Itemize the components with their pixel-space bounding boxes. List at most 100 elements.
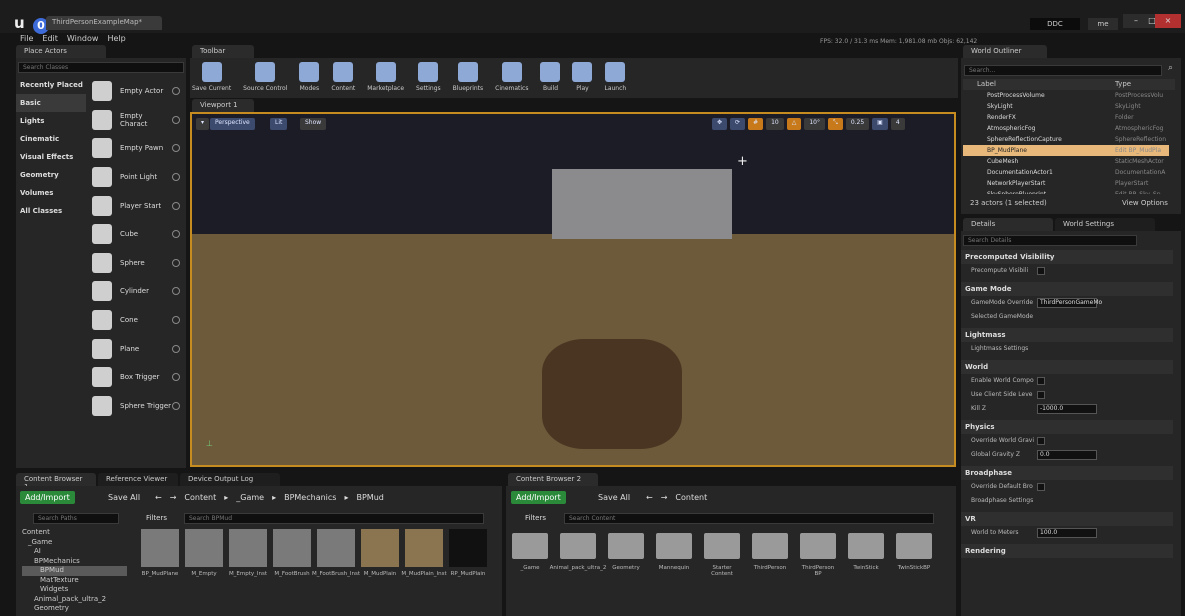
grid-size-value[interactable]: 10 [766,118,784,130]
search-paths-input[interactable]: Search Paths [33,513,119,524]
checkbox[interactable] [1037,437,1045,445]
content-button[interactable]: Content [331,62,355,96]
cinematics-button[interactable]: Cinematics [495,62,528,96]
viewport-menu-icon[interactable]: ▾ [196,118,210,130]
show-button[interactable]: Show [300,118,327,130]
marketplace-button[interactable]: Marketplace [367,62,404,96]
actor-item[interactable]: Sphere [88,249,186,278]
folder-tile[interactable]: TwinStick [846,533,886,577]
move-icon[interactable]: ✥ [712,118,728,130]
folder-tile[interactable]: _Game [510,533,550,577]
breadcrumb-bpmechanics[interactable]: BPMechanics [284,493,336,502]
actor-item[interactable]: Cylinder [88,277,186,306]
section-vr[interactable]: VR [961,512,1173,526]
settings-button[interactable]: Settings [416,62,441,96]
section-broadphase[interactable]: Broadphase [961,466,1173,480]
save-all-button-2[interactable]: Save All [598,493,630,502]
asset-tile[interactable]: M_MudPlain_Inst [401,529,447,577]
checkbox[interactable] [1037,267,1045,275]
add-import-button-2[interactable]: Add/Import [511,491,566,504]
property-value[interactable]: -1000.0 [1037,404,1097,414]
tree-folder-game[interactable]: _Game [22,538,127,548]
section-world[interactable]: World [961,360,1173,374]
section-rendering[interactable]: Rendering [961,544,1173,558]
breadcrumb-content-2[interactable]: Content [675,493,707,502]
outliner-row[interactable]: SphereReflectionCapture SphereReflection [963,134,1169,145]
tree-folder-geometry[interactable]: Geometry [22,604,127,614]
user-box[interactable]: me [1088,18,1118,30]
filters-button-2[interactable]: Filters [525,514,546,522]
reference-viewer-tab[interactable]: Reference Viewer [98,473,178,486]
help-icon[interactable] [172,316,180,325]
folder-tile[interactable]: TwinStickBP [894,533,934,577]
outliner-search-input[interactable]: Search... [964,65,1162,76]
save-current-button[interactable]: Save Current [192,62,231,96]
category-volumes[interactable]: Volumes [16,184,86,202]
source-control-button[interactable]: Source Control [243,62,287,96]
place-actors-tab[interactable]: Place Actors [16,45,106,58]
property-value[interactable]: 100.0 [1037,528,1097,538]
outliner-row[interactable]: AtmosphericFog AtmosphericFog [963,123,1169,134]
actor-item[interactable]: Player Start [88,191,186,220]
help-icon[interactable] [172,344,180,353]
actor-item[interactable]: Empty Pawn [88,134,186,163]
category-all-classes[interactable]: All Classes [16,202,86,220]
details-search-input[interactable]: Search Details [963,235,1137,246]
tree-folder-content[interactable]: Content [22,528,127,538]
property-value[interactable]: 0.0 [1037,450,1097,460]
category-cinematic[interactable]: Cinematic [16,130,86,148]
scale-value[interactable]: 0.25 [845,118,870,130]
folder-tile[interactable]: ThirdPerson [750,533,790,577]
help-icon[interactable] [172,201,180,210]
details-tab[interactable]: Details [963,218,1053,231]
close-icon[interactable]: × [1155,14,1181,28]
actor-item[interactable]: Box Trigger [88,363,186,392]
camera-speed-value[interactable]: 4 [890,118,905,130]
menu-window[interactable]: Window [67,34,99,43]
blueprints-button[interactable]: Blueprints [453,62,483,96]
modes-button[interactable]: Modes [299,62,320,96]
breadcrumb-bpmud[interactable]: BPMud [356,493,383,502]
asset-tile[interactable]: M_FootBrush [272,529,312,577]
breadcrumb-game[interactable]: _Game [236,493,264,502]
search-classes-input[interactable]: Search Classes [18,62,184,73]
scale-snap-icon[interactable]: ⤡ [828,118,843,130]
help-icon[interactable] [172,173,180,182]
menu-edit[interactable]: Edit [42,34,58,43]
ddc-indicator[interactable]: DDC [1030,18,1080,30]
help-icon[interactable] [172,115,180,124]
tree-folder-mattexture[interactable]: MatTexture [22,576,127,586]
folder-tile[interactable]: Geometry [606,533,646,577]
menu-file[interactable]: File [20,34,33,43]
tree-folder-bpmechanics[interactable]: BPMechanics [22,557,127,567]
device-output-log-tab[interactable]: Device Output Log [180,473,280,486]
help-icon[interactable] [172,373,180,382]
category-geometry[interactable]: Geometry [16,166,86,184]
tree-folder-widgets[interactable]: Widgets [22,585,127,595]
add-import-button[interactable]: Add/Import [20,491,75,504]
checkbox[interactable] [1037,483,1045,491]
outliner-row[interactable]: DocumentationActor1 DocumentationA [963,167,1169,178]
help-icon[interactable] [172,287,180,296]
folder-tile[interactable]: Animal_pack_ultra_2 [550,533,606,577]
property-value[interactable]: ThirdPersonGameMo [1037,298,1102,308]
outliner-row[interactable]: CubeMesh StaticMeshActor [963,156,1169,167]
section-physics[interactable]: Physics [961,420,1173,434]
outliner-row[interactable]: SkySphereBlueprint Edit BP_Sky_Sp [963,189,1169,194]
outliner-row[interactable]: SkyLight SkyLight [963,101,1169,112]
search-content-input[interactable]: Search Content [564,513,934,524]
category-visual-effects[interactable]: Visual Effects [16,148,86,166]
category-basic[interactable]: Basic [16,94,86,112]
section-lightmass[interactable]: Lightmass [961,328,1173,342]
camera-speed-icon[interactable]: ▣ [872,118,888,130]
column-type[interactable]: Type [1115,80,1131,88]
tree-folder-bpmud[interactable]: BPMud [22,566,127,576]
help-icon[interactable] [172,87,180,96]
category-lights[interactable]: Lights [16,112,86,130]
column-label[interactable]: Label [977,80,996,88]
back-arrow-icon[interactable]: ← [646,493,653,502]
content-browser-2-tab[interactable]: Content Browser 2 [508,473,598,486]
viewport[interactable]: ▾ Perspective Lit Show ✥ ⟳ # 10 △ 10° ⤡ … [190,112,956,467]
asset-tile[interactable]: BP_MudPlane [140,529,180,577]
angle-snap-icon[interactable]: △ [786,118,802,130]
